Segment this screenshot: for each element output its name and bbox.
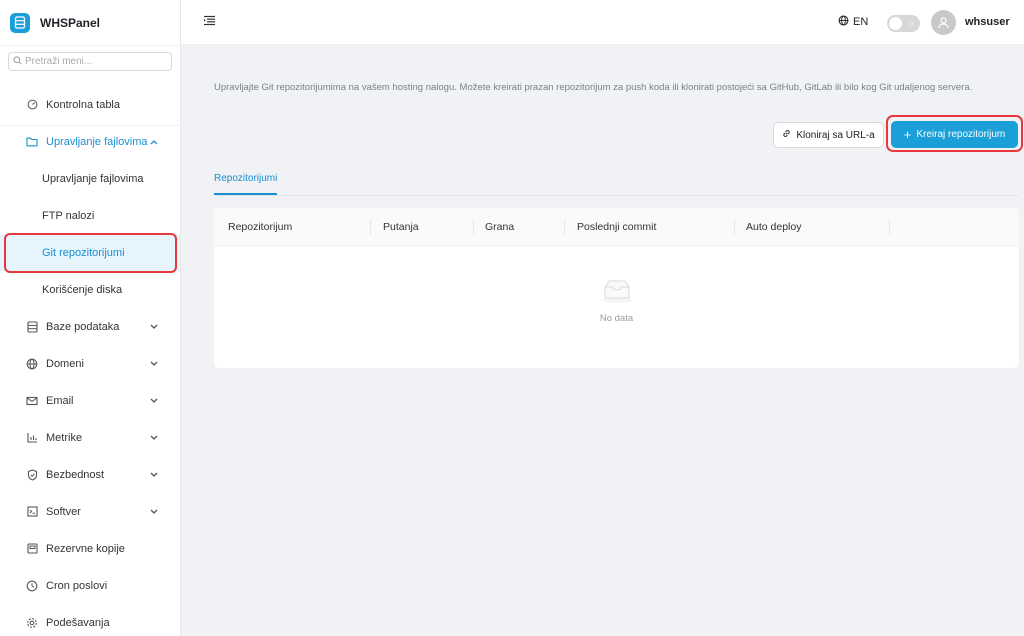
column-header-auto-deploy[interactable]: Auto deploy bbox=[746, 221, 801, 233]
chevron-up-icon bbox=[150, 136, 158, 148]
globe-icon bbox=[26, 358, 38, 370]
globe-icon bbox=[838, 15, 849, 29]
mail-icon bbox=[26, 395, 38, 407]
avatar[interactable] bbox=[931, 10, 956, 35]
repositories-table: Repozitorijum Putanja Grana Poslednji co… bbox=[214, 208, 1019, 368]
create-button-label: Kreiraj repozitorijum bbox=[916, 129, 1006, 140]
create-repository-button[interactable]: + Kreiraj repozitorijum bbox=[891, 121, 1018, 148]
sidebar-item-domains[interactable]: Domeni bbox=[0, 345, 180, 382]
sidebar-item-email[interactable]: Email bbox=[0, 382, 180, 419]
search-input[interactable] bbox=[25, 56, 165, 67]
sidebar-item-settings[interactable]: Podešavanja bbox=[0, 604, 180, 636]
sidebar-item-label: Rezervne kopije bbox=[46, 542, 125, 555]
brand-name: WHSPanel bbox=[40, 15, 101, 30]
sidebar-subitem-ftp[interactable]: FTP nalozi bbox=[0, 197, 180, 234]
empty-inbox-icon bbox=[600, 278, 634, 307]
brand[interactable]: WHSPanel bbox=[0, 0, 180, 46]
sidebar-item-backups[interactable]: Rezervne kopije bbox=[0, 530, 180, 567]
sidebar-item-label: Kontrolna tabla bbox=[46, 98, 120, 111]
empty-state: No data bbox=[214, 278, 1019, 324]
sidebar-subitem-file-management[interactable]: Upravljanje fajlovima bbox=[0, 160, 180, 197]
chevron-down-icon bbox=[150, 395, 158, 407]
folder-icon bbox=[26, 136, 38, 148]
sidebar-item-label: Email bbox=[46, 394, 74, 407]
sidebar-item-metrics[interactable]: Metrike bbox=[0, 419, 180, 456]
table-header: Repozitorijum Putanja Grana Poslednji co… bbox=[214, 208, 1019, 246]
column-header-repository[interactable]: Repozitorijum bbox=[228, 221, 292, 233]
username[interactable]: whsuser bbox=[965, 16, 1010, 28]
terminal-icon bbox=[26, 506, 38, 518]
search-icon bbox=[13, 55, 22, 68]
chevron-down-icon bbox=[150, 321, 158, 333]
language-label: EN bbox=[853, 16, 869, 28]
page-description: Upravljajte Git repozitorijumima na vaše… bbox=[214, 82, 973, 93]
sidebar-item-label: Softver bbox=[46, 505, 81, 518]
sidebar-item-security[interactable]: Bezbednost bbox=[0, 456, 180, 493]
sidebar-item-software[interactable]: Softver bbox=[0, 493, 180, 530]
empty-text: No data bbox=[599, 313, 634, 324]
sidebar-item-label: Podešavanja bbox=[46, 616, 110, 629]
chevron-down-icon bbox=[150, 469, 158, 481]
dashboard-icon bbox=[26, 99, 38, 111]
column-header-path[interactable]: Putanja bbox=[383, 221, 419, 233]
language-switcher[interactable]: EN bbox=[838, 15, 868, 29]
sidebar-item-dashboard[interactable]: Kontrolna tabla bbox=[0, 86, 180, 123]
sidebar-item-label: Domeni bbox=[46, 357, 84, 370]
gear-icon bbox=[26, 617, 38, 629]
sidebar-item-cron[interactable]: Cron poslovi bbox=[0, 567, 180, 604]
search-box[interactable] bbox=[8, 52, 172, 71]
clone-button-label: Kloniraj sa URL-a bbox=[796, 129, 875, 141]
clone-from-url-button[interactable]: Kloniraj sa URL-a bbox=[773, 122, 884, 148]
sidebar-item-file-management[interactable]: Upravljanje fajlovima bbox=[0, 123, 180, 160]
tabs: Repozitorijumi bbox=[214, 166, 1019, 196]
sidebar-item-label: Cron poslovi bbox=[46, 579, 108, 592]
sidebar-menu: Kontrolna tabla Upravljanje fajlovima Up… bbox=[0, 86, 180, 636]
chevron-down-icon bbox=[150, 432, 158, 444]
database-icon bbox=[26, 320, 38, 333]
sidebar-item-label: Bezbednost bbox=[46, 468, 105, 481]
column-separator bbox=[734, 219, 735, 235]
column-separator bbox=[473, 219, 474, 235]
link-icon bbox=[782, 129, 791, 141]
plus-icon: + bbox=[903, 127, 912, 142]
theme-toggle[interactable]: ☼ bbox=[887, 15, 920, 32]
chevron-down-icon bbox=[150, 506, 158, 518]
shield-icon bbox=[26, 468, 38, 481]
chevron-down-icon bbox=[150, 358, 158, 370]
column-header-last-commit[interactable]: Poslednji commit bbox=[577, 221, 656, 233]
clock-icon bbox=[26, 580, 38, 592]
chart-icon bbox=[26, 432, 38, 444]
sun-icon: ☼ bbox=[906, 18, 915, 28]
sidebar-item-label: Baze podataka bbox=[46, 320, 120, 333]
sidebar-subitem-disk-usage[interactable]: Korišćenje diska bbox=[0, 271, 180, 308]
sidebar-item-databases[interactable]: Baze podataka bbox=[0, 308, 180, 345]
toggle-knob bbox=[889, 17, 902, 30]
brand-logo-icon bbox=[10, 12, 30, 33]
sidebar-item-label: Metrike bbox=[46, 431, 83, 444]
menu-collapse-icon[interactable] bbox=[203, 15, 216, 29]
column-separator bbox=[889, 219, 890, 235]
sidebar-subitem-git-repositories[interactable]: Git repozitorijumi bbox=[0, 234, 180, 271]
sidebar-item-label: Upravljanje fajlovima bbox=[46, 135, 148, 148]
sidebar: WHSPanel Kontrolna tabla Upravljanje faj… bbox=[0, 0, 181, 636]
column-separator bbox=[564, 219, 565, 235]
column-header-branch[interactable]: Grana bbox=[485, 221, 514, 233]
column-separator bbox=[370, 219, 371, 235]
backup-icon bbox=[26, 543, 38, 555]
top-header: EN ☼ whsuser bbox=[181, 0, 1024, 45]
tab-repositories[interactable]: Repozitorijumi bbox=[214, 173, 278, 195]
